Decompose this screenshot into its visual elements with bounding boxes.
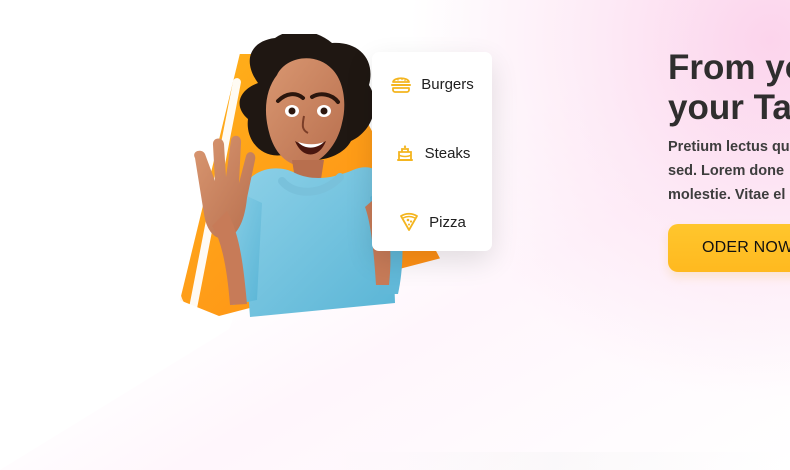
cake-icon <box>394 142 416 164</box>
menu-item-pizza[interactable]: Pizza <box>372 210 492 234</box>
food-landing-page: Burgers Steaks Pizza From y your Ta Pret… <box>0 0 790 470</box>
hero-title: From yo your Ta <box>668 48 790 127</box>
menu-item-label: Burgers <box>421 75 474 93</box>
food-category-card: Burgers Steaks Pizza <box>372 52 492 251</box>
menu-item-label: Steaks <box>424 144 471 162</box>
hero-description: Pretium lectus qu sed. Lorem done molest… <box>668 139 790 203</box>
order-now-button[interactable]: ODER NOW <box>668 224 790 272</box>
menu-item-label: Pizza <box>429 213 466 231</box>
bottom-background-fade <box>330 452 780 470</box>
pizza-slice-icon <box>398 211 420 233</box>
burger-icon <box>390 73 412 95</box>
menu-item-steaks[interactable]: Steaks <box>372 141 492 165</box>
menu-item-burgers[interactable]: Burgers <box>372 72 492 96</box>
